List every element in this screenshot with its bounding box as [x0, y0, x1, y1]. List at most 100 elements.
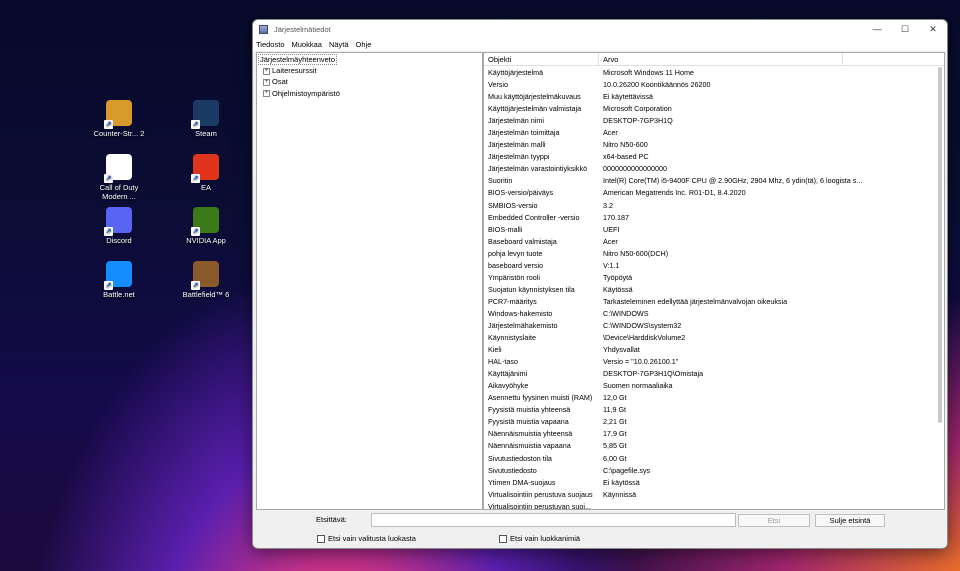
- row-item: Ympäristön rooli: [488, 272, 540, 282]
- table-row[interactable]: Järjestelmän malli Nitro N50-600: [484, 139, 934, 151]
- maximize-button[interactable]: ☐: [891, 20, 919, 38]
- table-row[interactable]: Suoritin Intel(R) Core(TM) i5-9400F CPU @…: [484, 175, 934, 187]
- table-row[interactable]: SMBIOS-versio 3.2: [484, 200, 934, 212]
- desktop-shortcut-label: Battlefield™ 6: [182, 290, 230, 299]
- row-item: Käyttöjärjestelmä: [488, 68, 544, 77]
- table-row[interactable]: Järjestelmän nimi DESKTOP-7GP3H1Q: [484, 115, 934, 127]
- checkbox-icon[interactable]: [317, 534, 325, 543]
- table-row[interactable]: baseboard versio V:1.1: [484, 260, 934, 272]
- column-header-item[interactable]: Objekti: [484, 53, 599, 65]
- close-button[interactable]: ✕: [919, 20, 947, 38]
- table-row[interactable]: Ympäristön rooli Työpöytä: [484, 272, 934, 284]
- row-value: 17,9 Gt: [603, 429, 627, 439]
- table-row[interactable]: Embedded Controller -versio 170.187: [484, 212, 934, 224]
- desktop-shortcut-label: NVIDIA App: [186, 236, 226, 245]
- desktop-shortcut[interactable]: Discord: [89, 207, 149, 245]
- tree-item-hardware-resources[interactable]: + Laiteresurssit: [259, 65, 480, 76]
- table-row[interactable]: Asennettu fyysinen muisti (RAM) 12,0 Gt: [484, 392, 934, 404]
- title-bar[interactable]: Järjestelmätiedot — ☐ ✕: [253, 20, 947, 38]
- find-input[interactable]: [371, 513, 736, 527]
- table-row[interactable]: HAL-taso Versio = "10.0.26100.1": [484, 356, 934, 368]
- menu-help[interactable]: Ohje: [356, 40, 372, 49]
- tree-item-system-summary[interactable]: Järjestelmäyhteenveto: [257, 54, 480, 65]
- table-row[interactable]: Käyttäjänimi DESKTOP-7GP3H1Q\Omistaja: [484, 368, 934, 380]
- row-value: x64-based PC: [603, 152, 649, 162]
- find-label: Etsittävä:: [316, 515, 347, 524]
- table-row[interactable]: Järjestelmähakemisto C:\WINDOWS\system32: [484, 320, 934, 332]
- row-item: Näennäismuistia yhteensä: [488, 429, 573, 439]
- row-item: Muu käyttöjärjestelmäkuvaus: [488, 92, 581, 102]
- menu-file[interactable]: Tiedosto: [256, 40, 285, 49]
- table-row[interactable]: pohja levyn tuote Nitro N50-600(DCH): [484, 248, 934, 260]
- window-title: Järjestelmätiedot: [274, 24, 331, 34]
- row-item: Järjestelmän malli: [488, 140, 546, 150]
- table-row[interactable]: Suojatun käynnistyksen tila Käytössä: [484, 284, 934, 296]
- desktop-shortcut[interactable]: Battle.net: [89, 261, 149, 299]
- menu-edit[interactable]: Muokkaa: [292, 40, 322, 49]
- menu-view[interactable]: Näytä: [329, 40, 349, 49]
- table-row[interactable]: Versio 10.0.26200 Koontikäännös 26200: [484, 79, 934, 91]
- row-value: C:\pagefile.sys: [603, 465, 651, 475]
- table-row[interactable]: Aikavyöhyke Suomen normaaliaika: [484, 380, 934, 392]
- row-value: Nitro N50-600: [603, 140, 648, 150]
- table-row[interactable]: Järjestelmän toimittaja Acer: [484, 127, 934, 139]
- row-value: Työpöytä: [603, 272, 633, 282]
- table-row[interactable]: Ytimen DMA-suojaus Ei käytössä: [484, 477, 934, 489]
- vertical-scrollbar[interactable]: [938, 67, 942, 423]
- system-information-window: Järjestelmätiedot — ☐ ✕ Tiedosto Muokkaa…: [252, 19, 948, 549]
- table-row[interactable]: Järjestelmän varastointiyksikkö 000000000…: [484, 163, 934, 175]
- search-category-names-checkbox[interactable]: Etsi vain luokkanimiä: [499, 534, 580, 543]
- table-row[interactable]: Käyttöjärjestelmä Microsoft Windows 11 Ho…: [484, 67, 934, 79]
- desktop-shortcut[interactable]: NVIDIA App: [176, 207, 236, 245]
- tree-item-components[interactable]: + Osat: [259, 76, 480, 87]
- minimize-button[interactable]: —: [863, 20, 891, 38]
- row-item: pohja levyn tuote: [488, 248, 543, 258]
- row-item: Järjestelmän varastointiyksikkö: [488, 164, 588, 174]
- table-row[interactable]: Windows-hakemisto C:\WINDOWS: [484, 308, 934, 320]
- table-row[interactable]: Järjestelmän tyyppi x64-based PC: [484, 151, 934, 163]
- row-item: Versio: [488, 80, 508, 90]
- row-item: Fyysistä muistia yhteensä: [488, 405, 571, 415]
- find-button[interactable]: Etsi: [738, 514, 810, 527]
- row-value: Ei käytössä: [603, 477, 640, 487]
- desktop-shortcut-label: Steam: [195, 129, 217, 138]
- desktop-shortcut[interactable]: Counter-Str... 2: [89, 100, 149, 138]
- row-value: Intel(R) Core(TM) i5-9400F CPU @ 2.90GHz…: [603, 176, 863, 186]
- table-row[interactable]: PCR7-määritys Tarkasteleminen edellyttää …: [484, 296, 934, 308]
- row-value: Käytössä: [603, 284, 633, 294]
- table-row[interactable]: Fyysistä muistia yhteensä 11,9 Gt: [484, 404, 934, 416]
- table-row[interactable]: Virtualisointiin perustuva suojaus Käynni…: [484, 489, 934, 501]
- table-row[interactable]: Käyttöjärjestelmän valmistaja Microsoft C…: [484, 103, 934, 115]
- table-row[interactable]: Virtualisointiin perustuvan suoj...: [484, 501, 934, 510]
- table-row[interactable]: Sivutustiedosto C:\pagefile.sys: [484, 465, 934, 477]
- table-row[interactable]: Sivutustiedoston tila 6,00 Gt: [484, 453, 934, 465]
- expand-icon[interactable]: +: [263, 90, 270, 98]
- row-value: Tarkasteleminen edellyttää järjestelmänv…: [603, 296, 788, 306]
- expand-icon[interactable]: +: [263, 67, 270, 75]
- tree-item-software-environment[interactable]: + Ohjelmistoympäristö: [259, 88, 480, 99]
- table-row[interactable]: Näennäismuistia vapaana 5,85 Gt: [484, 440, 934, 452]
- row-value: 3.2: [603, 200, 613, 210]
- table-row[interactable]: BIOS-versio/päiväys American Megatrends I…: [484, 187, 934, 199]
- desktop-shortcut[interactable]: Call of Duty Modern ...: [89, 154, 149, 201]
- table-row[interactable]: Kieli Yhdysvallat: [484, 344, 934, 356]
- checkbox-icon[interactable]: [499, 534, 507, 543]
- search-selected-category-checkbox[interactable]: Etsi vain valitusta luokasta: [317, 534, 416, 543]
- expand-icon[interactable]: +: [263, 78, 270, 86]
- table-row[interactable]: Näennäismuistia yhteensä 17,9 Gt: [484, 428, 934, 440]
- row-value: Suomen normaaliaika: [603, 381, 673, 391]
- menu-bar: Tiedosto Muokkaa Näytä Ohje: [253, 38, 947, 51]
- desktop-shortcut[interactable]: Battlefield™ 6: [176, 261, 236, 299]
- table-row[interactable]: Käynnistyslaite \Device\HarddiskVolume2: [484, 332, 934, 344]
- table-row[interactable]: BIOS-malli UEFI: [484, 224, 934, 236]
- desktop-shortcut[interactable]: Steam: [176, 100, 236, 138]
- close-find-button[interactable]: Sulje etsintä: [815, 514, 885, 527]
- desktop-shortcut[interactable]: EA: [176, 154, 236, 192]
- row-item: Virtualisointiin perustuvan suoj...: [488, 501, 591, 510]
- table-row[interactable]: Baseboard valmistaja Acer: [484, 236, 934, 248]
- table-row[interactable]: Fyysistä muistia vapaana 2,21 Gt: [484, 416, 934, 428]
- table-row[interactable]: Muu käyttöjärjestelmäkuvaus Ei käytettävi…: [484, 91, 934, 103]
- column-header-value[interactable]: Arvo: [599, 53, 843, 65]
- row-item: Järjestelmän tyyppi: [488, 152, 550, 162]
- row-value: Versio = "10.0.26100.1": [603, 357, 679, 367]
